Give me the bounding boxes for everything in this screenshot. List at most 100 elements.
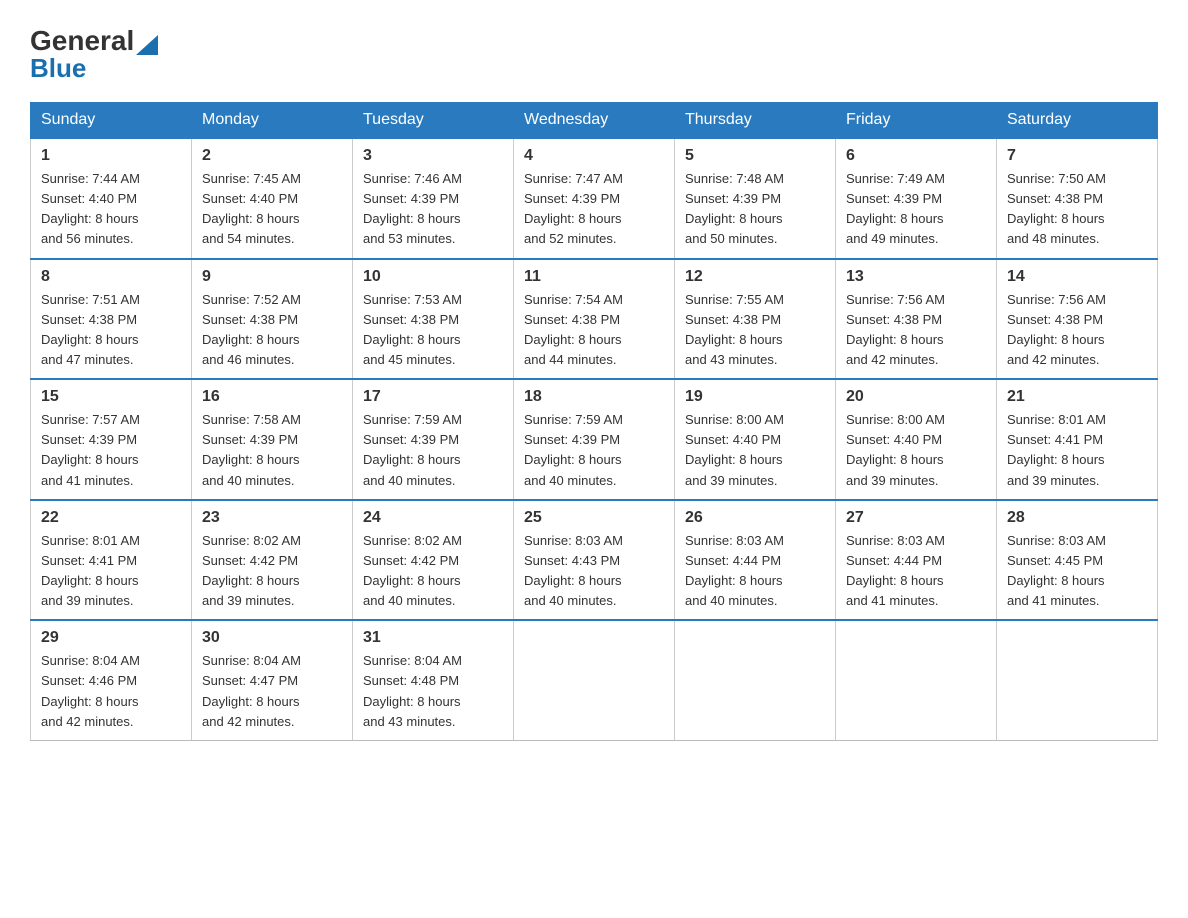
calendar-cell xyxy=(514,620,675,740)
day-number: 14 xyxy=(1007,268,1147,286)
day-number: 23 xyxy=(202,509,342,527)
day-info: Sunrise: 8:03 AMSunset: 4:43 PMDaylight:… xyxy=(524,531,664,612)
calendar-cell: 28 Sunrise: 8:03 AMSunset: 4:45 PMDayligh… xyxy=(997,500,1158,621)
day-info: Sunrise: 8:04 AMSunset: 4:47 PMDaylight:… xyxy=(202,651,342,732)
day-info: Sunrise: 7:49 AMSunset: 4:39 PMDaylight:… xyxy=(846,169,986,250)
day-number: 3 xyxy=(363,147,503,165)
calendar-cell: 1 Sunrise: 7:44 AMSunset: 4:40 PMDaylight… xyxy=(31,138,192,259)
header-tuesday: Tuesday xyxy=(353,103,514,139)
header-saturday: Saturday xyxy=(997,103,1158,139)
day-number: 4 xyxy=(524,147,664,165)
calendar-cell: 10 Sunrise: 7:53 AMSunset: 4:38 PMDayligh… xyxy=(353,259,514,380)
day-info: Sunrise: 8:02 AMSunset: 4:42 PMDaylight:… xyxy=(363,531,503,612)
calendar-header-row: SundayMondayTuesdayWednesdayThursdayFrid… xyxy=(31,103,1158,139)
logo-blue: Blue xyxy=(30,53,86,84)
calendar-cell: 5 Sunrise: 7:48 AMSunset: 4:39 PMDaylight… xyxy=(675,138,836,259)
day-number: 24 xyxy=(363,509,503,527)
day-number: 29 xyxy=(41,629,181,647)
day-info: Sunrise: 8:02 AMSunset: 4:42 PMDaylight:… xyxy=(202,531,342,612)
calendar-week-row: 1 Sunrise: 7:44 AMSunset: 4:40 PMDaylight… xyxy=(31,138,1158,259)
day-info: Sunrise: 8:01 AMSunset: 4:41 PMDaylight:… xyxy=(1007,410,1147,491)
day-info: Sunrise: 7:51 AMSunset: 4:38 PMDaylight:… xyxy=(41,290,181,371)
day-number: 13 xyxy=(846,268,986,286)
day-number: 5 xyxy=(685,147,825,165)
day-number: 6 xyxy=(846,147,986,165)
day-info: Sunrise: 7:48 AMSunset: 4:39 PMDaylight:… xyxy=(685,169,825,250)
day-number: 31 xyxy=(363,629,503,647)
day-info: Sunrise: 7:50 AMSunset: 4:38 PMDaylight:… xyxy=(1007,169,1147,250)
day-number: 9 xyxy=(202,268,342,286)
day-number: 22 xyxy=(41,509,181,527)
day-info: Sunrise: 7:47 AMSunset: 4:39 PMDaylight:… xyxy=(524,169,664,250)
day-number: 12 xyxy=(685,268,825,286)
day-info: Sunrise: 8:04 AMSunset: 4:46 PMDaylight:… xyxy=(41,651,181,732)
logo: General Blue xyxy=(30,20,158,84)
day-info: Sunrise: 7:46 AMSunset: 4:39 PMDaylight:… xyxy=(363,169,503,250)
day-number: 21 xyxy=(1007,388,1147,406)
day-number: 25 xyxy=(524,509,664,527)
calendar-cell: 17 Sunrise: 7:59 AMSunset: 4:39 PMDayligh… xyxy=(353,379,514,500)
calendar-cell xyxy=(836,620,997,740)
calendar-week-row: 15 Sunrise: 7:57 AMSunset: 4:39 PMDayligh… xyxy=(31,379,1158,500)
header-sunday: Sunday xyxy=(31,103,192,139)
calendar-week-row: 22 Sunrise: 8:01 AMSunset: 4:41 PMDayligh… xyxy=(31,500,1158,621)
calendar-cell: 2 Sunrise: 7:45 AMSunset: 4:40 PMDaylight… xyxy=(192,138,353,259)
calendar-cell: 19Sunrise: 8:00 AMSunset: 4:40 PMDayligh… xyxy=(675,379,836,500)
day-info: Sunrise: 8:03 AMSunset: 4:45 PMDaylight:… xyxy=(1007,531,1147,612)
day-number: 20 xyxy=(846,388,986,406)
logo-arrow-icon xyxy=(136,29,158,55)
day-number: 8 xyxy=(41,268,181,286)
calendar-cell: 3 Sunrise: 7:46 AMSunset: 4:39 PMDaylight… xyxy=(353,138,514,259)
calendar-cell: 31 Sunrise: 8:04 AMSunset: 4:48 PMDayligh… xyxy=(353,620,514,740)
day-info: Sunrise: 8:04 AMSunset: 4:48 PMDaylight:… xyxy=(363,651,503,732)
calendar-week-row: 29 Sunrise: 8:04 AMSunset: 4:46 PMDayligh… xyxy=(31,620,1158,740)
calendar-cell: 15 Sunrise: 7:57 AMSunset: 4:39 PMDayligh… xyxy=(31,379,192,500)
calendar-cell: 18 Sunrise: 7:59 AMSunset: 4:39 PMDayligh… xyxy=(514,379,675,500)
day-info: Sunrise: 7:57 AMSunset: 4:39 PMDaylight:… xyxy=(41,410,181,491)
calendar-cell: 29 Sunrise: 8:04 AMSunset: 4:46 PMDayligh… xyxy=(31,620,192,740)
day-number: 10 xyxy=(363,268,503,286)
calendar-cell: 20 Sunrise: 8:00 AMSunset: 4:40 PMDayligh… xyxy=(836,379,997,500)
day-number: 2 xyxy=(202,147,342,165)
day-number: 28 xyxy=(1007,509,1147,527)
day-number: 1 xyxy=(41,147,181,165)
day-info: Sunrise: 8:00 AMSunset: 4:40 PMDaylight:… xyxy=(846,410,986,491)
day-number: 30 xyxy=(202,629,342,647)
calendar-cell: 27 Sunrise: 8:03 AMSunset: 4:44 PMDayligh… xyxy=(836,500,997,621)
day-info: Sunrise: 7:45 AMSunset: 4:40 PMDaylight:… xyxy=(202,169,342,250)
day-number: 17 xyxy=(363,388,503,406)
day-info: Sunrise: 7:59 AMSunset: 4:39 PMDaylight:… xyxy=(524,410,664,491)
day-number: 26 xyxy=(685,509,825,527)
day-info: Sunrise: 7:56 AMSunset: 4:38 PMDaylight:… xyxy=(1007,290,1147,371)
calendar-cell: 25 Sunrise: 8:03 AMSunset: 4:43 PMDayligh… xyxy=(514,500,675,621)
calendar-week-row: 8 Sunrise: 7:51 AMSunset: 4:38 PMDaylight… xyxy=(31,259,1158,380)
day-info: Sunrise: 8:01 AMSunset: 4:41 PMDaylight:… xyxy=(41,531,181,612)
day-info: Sunrise: 7:52 AMSunset: 4:38 PMDaylight:… xyxy=(202,290,342,371)
day-info: Sunrise: 7:55 AMSunset: 4:38 PMDaylight:… xyxy=(685,290,825,371)
calendar-cell: 13 Sunrise: 7:56 AMSunset: 4:38 PMDayligh… xyxy=(836,259,997,380)
calendar-cell: 24 Sunrise: 8:02 AMSunset: 4:42 PMDayligh… xyxy=(353,500,514,621)
day-number: 19 xyxy=(685,388,825,406)
header-friday: Friday xyxy=(836,103,997,139)
calendar-cell: 21 Sunrise: 8:01 AMSunset: 4:41 PMDayligh… xyxy=(997,379,1158,500)
calendar-cell xyxy=(997,620,1158,740)
day-info: Sunrise: 7:53 AMSunset: 4:38 PMDaylight:… xyxy=(363,290,503,371)
calendar-cell: 30 Sunrise: 8:04 AMSunset: 4:47 PMDayligh… xyxy=(192,620,353,740)
day-number: 16 xyxy=(202,388,342,406)
header-wednesday: Wednesday xyxy=(514,103,675,139)
day-info: Sunrise: 7:56 AMSunset: 4:38 PMDaylight:… xyxy=(846,290,986,371)
page-header: General Blue xyxy=(30,20,1158,84)
calendar-table: SundayMondayTuesdayWednesdayThursdayFrid… xyxy=(30,102,1158,741)
calendar-cell: 23 Sunrise: 8:02 AMSunset: 4:42 PMDayligh… xyxy=(192,500,353,621)
day-info: Sunrise: 7:59 AMSunset: 4:39 PMDaylight:… xyxy=(363,410,503,491)
calendar-cell: 12 Sunrise: 7:55 AMSunset: 4:38 PMDayligh… xyxy=(675,259,836,380)
header-thursday: Thursday xyxy=(675,103,836,139)
day-number: 27 xyxy=(846,509,986,527)
calendar-cell: 9 Sunrise: 7:52 AMSunset: 4:38 PMDaylight… xyxy=(192,259,353,380)
day-info: Sunrise: 7:44 AMSunset: 4:40 PMDaylight:… xyxy=(41,169,181,250)
day-number: 15 xyxy=(41,388,181,406)
calendar-cell: 4 Sunrise: 7:47 AMSunset: 4:39 PMDaylight… xyxy=(514,138,675,259)
calendar-cell: 16Sunrise: 7:58 AMSunset: 4:39 PMDayligh… xyxy=(192,379,353,500)
day-info: Sunrise: 8:03 AMSunset: 4:44 PMDaylight:… xyxy=(846,531,986,612)
day-number: 18 xyxy=(524,388,664,406)
